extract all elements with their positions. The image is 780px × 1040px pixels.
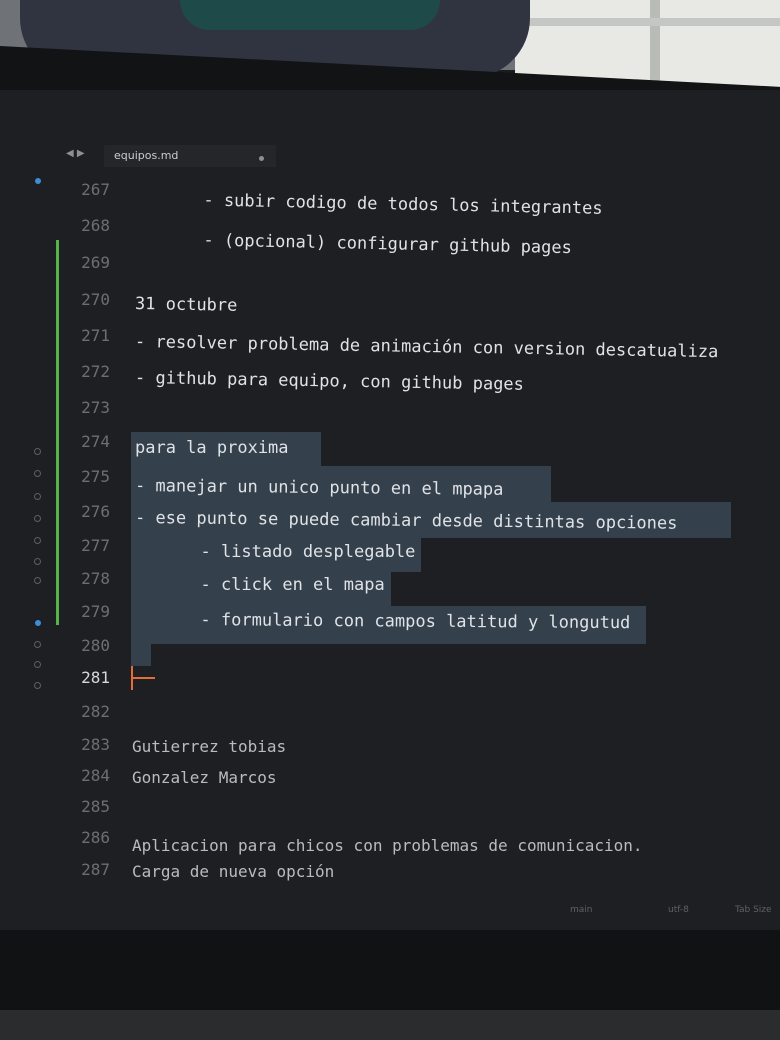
code-line[interactable]: Carga de nueva opción [132, 862, 334, 881]
code-text: Carga de nueva opción [132, 862, 335, 881]
line-number-current: 281 [81, 668, 110, 687]
code-text: - click en el mapa [180, 575, 385, 595]
code-line[interactable]: para la proxima [135, 438, 289, 458]
line-number: 273 [81, 398, 110, 417]
code-text: - listado desplegable [180, 542, 416, 562]
line-number: 269 [81, 253, 110, 272]
window-frame [650, 0, 660, 90]
line-number: 278 [81, 569, 110, 588]
git-added-bar [56, 240, 59, 625]
code-text: 31 octubre [134, 294, 238, 316]
fold-marker-icon[interactable] [34, 661, 41, 668]
line-number: 280 [81, 636, 110, 655]
line-number: 283 [81, 735, 110, 754]
fold-marker-icon[interactable] [34, 641, 41, 648]
code-line[interactable]: - manejar un unico punto en el mpapa [135, 476, 504, 500]
line-number: 282 [81, 702, 110, 721]
fold-marker-icon[interactable] [34, 470, 41, 477]
fold-marker-icon[interactable] [34, 558, 41, 565]
monitor-stand-edge [0, 1010, 780, 1040]
fold-marker-icon[interactable] [34, 448, 41, 455]
code-text: Aplicacion para chicos con problemas de … [132, 836, 643, 855]
code-line[interactable]: - formulario con campos latitud y longut… [180, 610, 630, 633]
code-line[interactable]: Gonzalez Marcos [132, 768, 277, 787]
line-number: 279 [81, 602, 110, 621]
person-neck [180, 0, 440, 30]
tab-equipos-md[interactable]: equipos.md [104, 145, 276, 167]
code-line[interactable]: 31 octubre [135, 294, 238, 316]
bookmark-dot-icon[interactable] [35, 620, 41, 626]
tab-label: equipos.md [114, 149, 179, 162]
status-encoding[interactable]: utf-8 [668, 905, 689, 915]
cursor-indicator [133, 677, 155, 679]
code-text: para la proxima [135, 438, 289, 458]
tab-nav-arrows-icon[interactable]: ◀ ▶ [66, 148, 85, 159]
line-number: 274 [81, 432, 110, 451]
fold-marker-icon[interactable] [34, 493, 41, 500]
selection-block [131, 644, 151, 666]
code-line[interactable]: Gutierrez tobias [132, 737, 286, 756]
code-line[interactable]: - listado desplegable [180, 542, 415, 562]
line-number: 277 [81, 536, 110, 555]
line-number: 267 [81, 180, 110, 199]
code-text: - manejar un unico punto en el mpapa [134, 476, 504, 500]
line-number: 272 [81, 362, 110, 381]
code-line[interactable]: - click en el mapa [180, 575, 385, 595]
line-number: 286 [81, 828, 110, 847]
line-number: 284 [81, 766, 110, 785]
line-number: 271 [81, 326, 110, 345]
line-number: 287 [81, 860, 110, 879]
code-text: Gonzalez Marcos [132, 768, 277, 787]
code-text: - formulario con campos latitud y longut… [179, 610, 631, 634]
line-number: 276 [81, 502, 110, 521]
code-text: Gutierrez tobias [132, 737, 287, 756]
status-indent[interactable]: Tab Size [735, 905, 772, 915]
line-number: 270 [81, 290, 110, 309]
fold-marker-icon[interactable] [34, 537, 41, 544]
unsaved-dot-icon[interactable] [259, 156, 264, 161]
line-number: 285 [81, 797, 110, 816]
fold-marker-icon[interactable] [34, 682, 41, 689]
bookmark-dot-icon[interactable] [35, 178, 41, 184]
line-number: 275 [81, 467, 110, 486]
code-line[interactable]: Aplicacion para chicos con problemas de … [132, 836, 643, 855]
status-branch[interactable]: main [570, 905, 593, 915]
fold-marker-icon[interactable] [34, 515, 41, 522]
window-frame-horizontal [515, 18, 780, 26]
fold-marker-icon[interactable] [34, 577, 41, 584]
line-number: 268 [81, 216, 110, 235]
